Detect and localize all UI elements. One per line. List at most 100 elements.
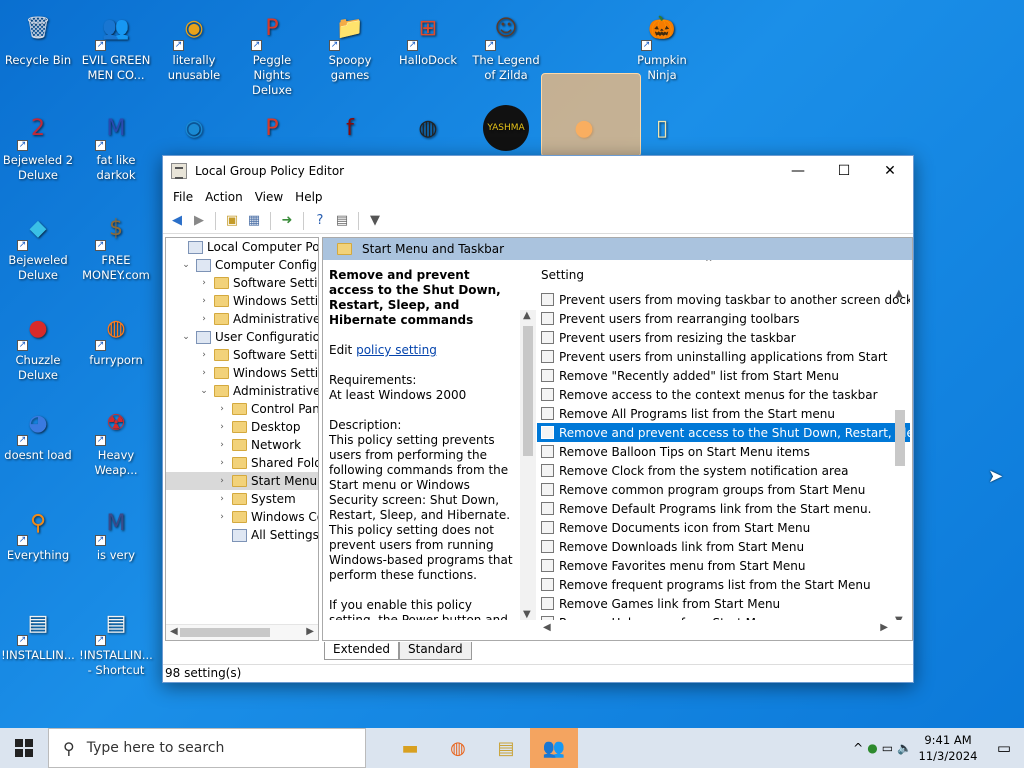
setting-row[interactable]: Prevent users from resizing the taskbar	[537, 328, 910, 347]
collapse-chevron-icon[interactable]: ⌄	[180, 332, 192, 342]
tree-item[interactable]: › Administrative Te	[166, 310, 318, 328]
expand-chevron-icon[interactable]: ›	[216, 476, 228, 486]
expand-chevron-icon[interactable]: ›	[216, 494, 228, 504]
expand-chevron-icon[interactable]: ›	[216, 404, 228, 414]
setting-row[interactable]: Remove common program groups from Start …	[537, 480, 910, 499]
firefox-icon[interactable]: ◍	[434, 728, 482, 768]
setting-row[interactable]: Prevent users from uninstalling applicat…	[537, 347, 910, 366]
close-button[interactable]: ✕	[867, 156, 913, 186]
tree-item[interactable]: › Windows Cor	[166, 508, 318, 526]
expand-chevron-icon[interactable]: ›	[216, 422, 228, 432]
setting-row[interactable]: Remove Favorites menu from Start Menu	[537, 556, 910, 575]
desktop-icon[interactable]: ⊞ ↗ HalloDock	[390, 5, 466, 68]
menu-help[interactable]: Help	[289, 190, 328, 204]
desktop-icon[interactable]: 🎃 ↗ Pumpkin Ninja	[624, 5, 700, 83]
setting-row[interactable]: Remove Games link from Start Menu	[537, 594, 910, 613]
setting-row[interactable]: Remove Clock from the system notificatio…	[537, 461, 910, 480]
desktop-icon[interactable]: 🗑 Recycle Bin	[0, 5, 76, 68]
desktop-icon[interactable]: ☺ ↗ The Legend of Zilda	[468, 5, 544, 83]
collapse-chevron-icon[interactable]: ⌄	[180, 260, 192, 270]
column-header-setting[interactable]: Setting ^	[537, 260, 910, 290]
desktop-icon[interactable]: ◆ ↗ Bejeweled Deluxe	[0, 205, 76, 283]
tree-item[interactable]: › Start Menu ar	[166, 472, 318, 490]
export-list-icon[interactable]: ➜	[277, 211, 297, 231]
setting-row[interactable]: Remove access to the context menus for t…	[537, 385, 910, 404]
setting-row[interactable]: Remove All Programs list from the Start …	[537, 404, 910, 423]
expand-chevron-icon[interactable]: ›	[198, 278, 210, 288]
show-hide-tree-icon[interactable]: ▦	[244, 211, 264, 231]
back-icon[interactable]: ◀	[167, 211, 187, 231]
tree-item[interactable]: ⌄ User Configuration	[166, 328, 318, 346]
start-button[interactable]	[0, 728, 48, 768]
policy-setting-link[interactable]: policy setting	[356, 343, 437, 357]
gpedit-taskbar-icon[interactable]: 👥	[530, 728, 578, 768]
tree-item[interactable]: › Software Settings	[166, 274, 318, 292]
expand-chevron-icon[interactable]: ›	[216, 512, 228, 522]
forward-icon[interactable]: ▶	[189, 211, 209, 231]
show-hidden-icons-icon[interactable]: ^	[853, 741, 863, 755]
collapse-chevron-icon[interactable]: ⌄	[198, 386, 210, 396]
title-bar[interactable]: Local Group Policy Editor — ☐ ✕	[163, 156, 913, 186]
expand-chevron-icon[interactable]: ›	[216, 458, 228, 468]
menu-file[interactable]: File	[167, 190, 199, 204]
tree-item[interactable]: ⌄ Administrative Te	[166, 382, 318, 400]
tree-item[interactable]: All Settings	[166, 526, 318, 544]
tree-item[interactable]: ⌄ Computer Configura	[166, 256, 318, 274]
green-people-tray-icon[interactable]: ●	[867, 741, 877, 755]
expand-chevron-icon[interactable]: ›	[198, 368, 210, 378]
desktop-icon[interactable]: 👥 ↗ EVIL GREEN MEN CO...	[78, 5, 154, 83]
desktop-icon-obs[interactable]: ◍	[390, 105, 466, 153]
expand-chevron-icon[interactable]: ›	[216, 440, 228, 450]
tab-extended[interactable]: Extended	[324, 642, 399, 660]
desktop-icon[interactable]: ◕ ↗ doesnt load	[0, 400, 76, 463]
desktop-icon[interactable]: 📁 ↗ Spoopy games	[312, 5, 388, 83]
maximize-button[interactable]: ☐	[821, 156, 867, 186]
volume-icon[interactable]: 🔈	[897, 741, 912, 755]
setting-row[interactable]: Remove Default Programs link from the St…	[537, 499, 910, 518]
setting-row[interactable]: Remove "Recently added" list from Start …	[537, 366, 910, 385]
properties-icon[interactable]: ▤	[332, 211, 352, 231]
notification-icon[interactable]: ▭	[984, 739, 1024, 757]
tab-standard[interactable]: Standard	[399, 642, 472, 660]
menu-view[interactable]: View	[249, 190, 289, 204]
desktop-icon[interactable]: P ↗ Peggle Nights Deluxe	[234, 5, 310, 98]
desktop-icon-edge[interactable]: ◉	[156, 105, 232, 153]
tree-item[interactable]: › Windows Setting	[166, 292, 318, 310]
desktop-icon[interactable]: M ↗ is very	[78, 500, 154, 563]
minimize-button[interactable]: —	[775, 156, 821, 186]
desktop-icon[interactable]: 2 ↗ Bejeweled 2 Deluxe	[0, 105, 76, 183]
tree-item[interactable]: › Windows Setting	[166, 364, 318, 382]
network-icon[interactable]: ▭	[882, 741, 893, 755]
desktop-icon[interactable]: ▤ ↗ !INSTALLIN... - Shortcut	[78, 600, 154, 678]
setting-row[interactable]: Prevent users from moving taskbar to ano…	[537, 290, 910, 309]
expand-chevron-icon[interactable]: ›	[198, 350, 210, 360]
setting-row[interactable]: Remove and prevent access to the Shut Do…	[537, 423, 910, 442]
desktop-icon-flash[interactable]: f	[312, 105, 388, 153]
desktop-icon[interactable]: $ ↗ FREE MONEY.com	[78, 205, 154, 283]
expand-chevron-icon[interactable]: ›	[198, 296, 210, 306]
desktop-icon[interactable]: ⚲ ↗ Everything	[0, 500, 76, 563]
desktop-icon-peggle[interactable]: P	[234, 105, 310, 153]
search-box[interactable]: ⚲ Type here to search	[48, 728, 366, 768]
setting-row[interactable]: Remove frequent programs list from the S…	[537, 575, 910, 594]
tree-item[interactable]: › Shared Folder	[166, 454, 318, 472]
description-scrollbar[interactable]: ▲ ▼	[520, 310, 536, 620]
clock[interactable]: 9:41 AM 11/3/2024	[916, 732, 980, 764]
tree-item[interactable]: › Desktop	[166, 418, 318, 436]
menu-action[interactable]: Action	[199, 190, 249, 204]
tree-item[interactable]: Local Computer Policy	[166, 238, 318, 256]
tree-item[interactable]: › Software Settings	[166, 346, 318, 364]
desktop-icon[interactable]: ◉ ↗ literally unusable	[156, 5, 232, 83]
tree-item[interactable]: › System	[166, 490, 318, 508]
desktop-icon-yashma[interactable]: YASHMA	[468, 105, 544, 153]
setting-row[interactable]: Remove Downloads link from Start Menu	[537, 537, 910, 556]
file-explorer-icon[interactable]: ▬	[386, 728, 434, 768]
settings-vertical-scrollbar[interactable]: ▲ ▼	[892, 288, 908, 620]
desktop-icon[interactable]: ☢ ↗ Heavy Weap...	[78, 400, 154, 478]
desktop-icon[interactable]: M ↗ fat like darkok	[78, 105, 154, 183]
tree-item[interactable]: › Control Panel	[166, 400, 318, 418]
setting-row[interactable]: Remove Balloon Tips on Start Menu items	[537, 442, 910, 461]
filter-icon[interactable]: ▼	[365, 211, 385, 231]
tree-item[interactable]: › Network	[166, 436, 318, 454]
setting-row[interactable]: Remove Help menu from Start Menu	[537, 613, 910, 620]
